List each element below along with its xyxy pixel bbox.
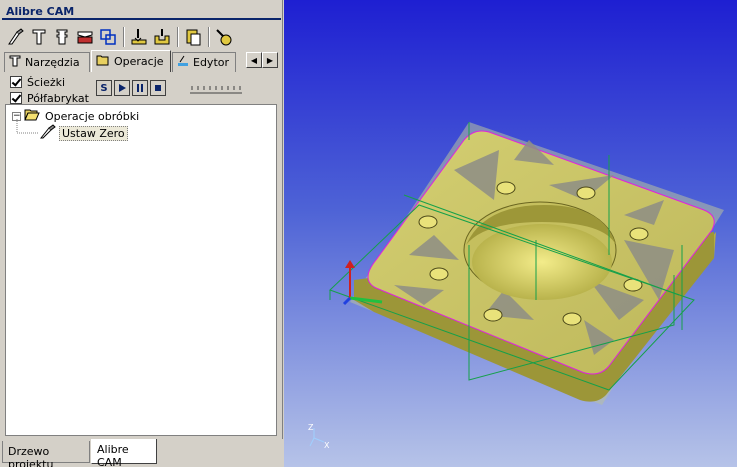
folder-icon bbox=[96, 54, 110, 69]
pause-icon bbox=[137, 84, 143, 92]
scroll-left-icon[interactable]: ◀ bbox=[246, 52, 262, 68]
stop-icon bbox=[155, 85, 161, 91]
toolbar-separator bbox=[208, 27, 210, 47]
simulate-icon[interactable] bbox=[214, 27, 234, 47]
toolbar-separator bbox=[177, 27, 179, 47]
tree-node-set-zero[interactable]: Ustaw Zero bbox=[39, 124, 128, 142]
tool-icon[interactable] bbox=[29, 27, 49, 47]
z-axis-label: Z bbox=[308, 423, 314, 432]
panel-title: Alibre CAM bbox=[2, 2, 281, 20]
drill-icon[interactable] bbox=[129, 27, 149, 47]
axis-triad: Z X bbox=[308, 423, 330, 450]
play-button[interactable] bbox=[114, 80, 130, 96]
tree-label: Operacje obróbki bbox=[45, 109, 140, 123]
tab-project-tree[interactable]: Drzewo projektu bbox=[2, 441, 90, 467]
cam-panel: Alibre CAM Narzędzia Operacje Edytor ◀ ▶… bbox=[0, 0, 283, 467]
pause-button[interactable] bbox=[132, 80, 148, 96]
tab-label: Operacje bbox=[114, 55, 164, 68]
tab-edytor[interactable]: Edytor bbox=[172, 52, 236, 72]
tab-narzedzia[interactable]: Narzędzia bbox=[4, 52, 90, 72]
app-window: Alibre CAM Narzędzia Operacje Edytor ◀ ▶… bbox=[0, 0, 737, 467]
x-axis-label: X bbox=[324, 441, 330, 450]
tab-alibre-cam[interactable]: Alibre CAM bbox=[91, 439, 157, 467]
speed-slider[interactable] bbox=[190, 83, 242, 95]
semi-checkbox[interactable] bbox=[10, 92, 22, 104]
toolbar-separator bbox=[123, 27, 125, 47]
tree-connector bbox=[16, 119, 38, 134]
bottom-tabs: Drzewo projektu Alibre CAM bbox=[0, 439, 283, 467]
clipboard-icon[interactable] bbox=[183, 27, 203, 47]
paths-label: Ścieżki bbox=[27, 75, 66, 89]
bore-floor bbox=[472, 224, 612, 300]
panel-tabs: Narzędzia Operacje Edytor ◀ ▶ bbox=[4, 50, 278, 72]
play-icon bbox=[119, 84, 126, 92]
tab-scroll: ◀ ▶ bbox=[246, 52, 278, 68]
stock-icon[interactable] bbox=[75, 27, 95, 47]
semi-label: Półfabrykat bbox=[27, 91, 89, 105]
copy-icon[interactable] bbox=[98, 27, 118, 47]
set-zero-icon bbox=[39, 124, 56, 142]
tab-label: Narzędzia bbox=[25, 56, 80, 69]
tool-holder-icon[interactable] bbox=[52, 27, 72, 47]
display-options: Ścieżki Półfabrykat bbox=[10, 74, 89, 106]
tool-icon bbox=[9, 55, 21, 70]
part-model: Z X bbox=[308, 122, 724, 450]
stop-button[interactable] bbox=[150, 80, 166, 96]
tab-operacje[interactable]: Operacje bbox=[91, 50, 171, 72]
tree-label: Ustaw Zero bbox=[59, 125, 128, 141]
paths-checkbox[interactable] bbox=[10, 76, 22, 88]
editor-icon bbox=[177, 55, 189, 70]
paths-checkbox-row[interactable]: Ścieżki bbox=[10, 74, 89, 90]
scroll-right-icon[interactable]: ▶ bbox=[262, 52, 278, 68]
cutter-path-icon[interactable] bbox=[6, 27, 26, 47]
operations-tree: − Operacje obróbki Ustaw Zero bbox=[5, 104, 277, 436]
pocket-icon[interactable] bbox=[152, 27, 172, 47]
tab-label: Edytor bbox=[193, 56, 230, 69]
3d-viewport[interactable]: Z X bbox=[284, 0, 737, 467]
cam-toolbar bbox=[6, 26, 237, 48]
step-button[interactable]: S bbox=[96, 80, 112, 96]
playback-controls: S bbox=[96, 80, 168, 96]
